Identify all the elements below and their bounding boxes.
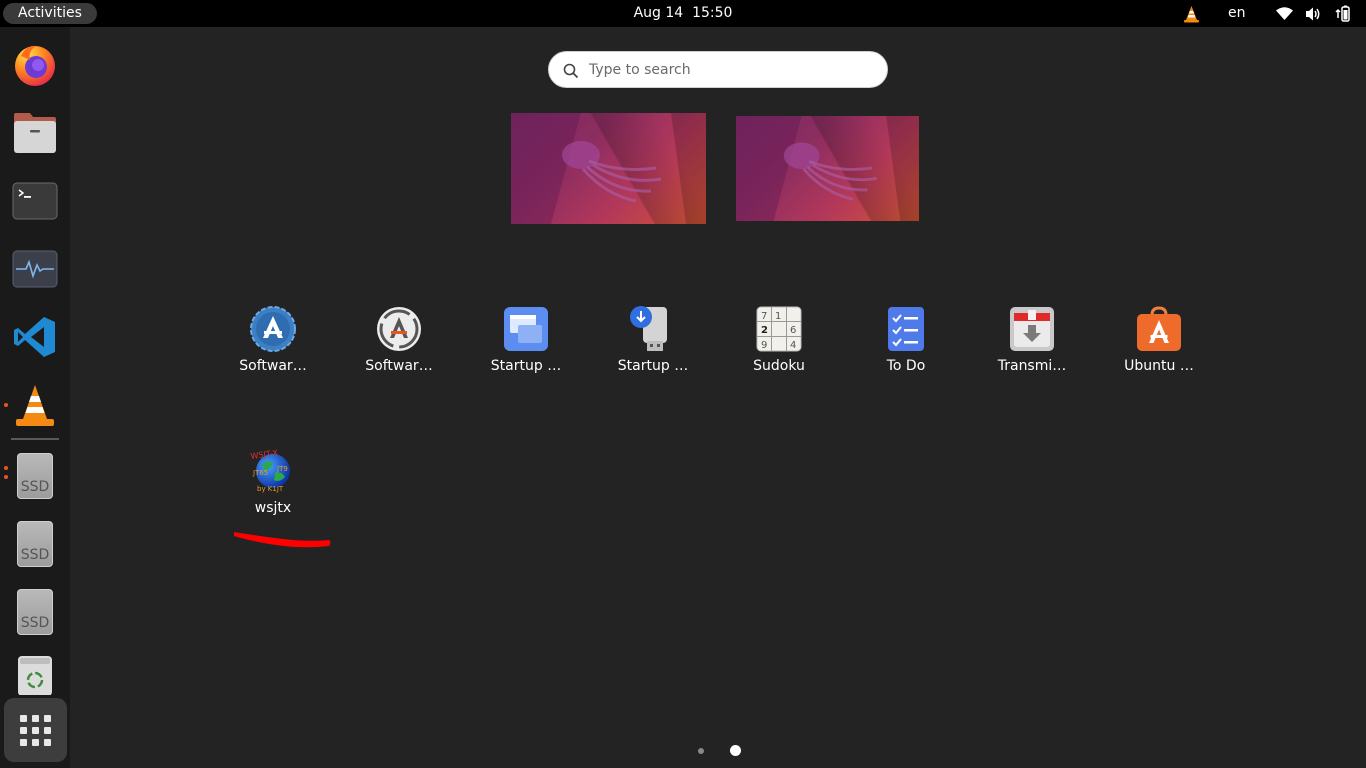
workspace-thumbnail-2[interactable] [736,116,919,221]
dock-separator [11,438,59,440]
page-indicator-1[interactable] [698,748,704,754]
firefox-icon [15,45,55,86]
vscode-icon [14,317,55,357]
grid-icon [20,714,27,722]
dock: SSD SSD SSD [0,27,70,768]
dock-files[interactable] [8,106,62,160]
sudoku-icon: 7 1 2 6 9 4 [755,305,803,353]
date-text: Aug 14 [633,5,684,21]
dock-ssd-3[interactable]: SSD [8,585,62,639]
software-properties-icon [249,305,297,353]
app-startup-disk-creator[interactable]: Startup … [593,305,713,374]
activities-button[interactable]: Activities [3,3,97,24]
wifi-icon[interactable] [1275,4,1294,24]
app-label: wsjtx [254,500,292,516]
dock-trash[interactable] [8,653,62,695]
software-updater-icon [375,305,423,353]
search-icon [563,63,579,79]
app-label: Startup … [490,358,562,374]
todo-icon [882,305,930,353]
clock: Aug 14 15:50 [0,5,1366,21]
svg-text:7: 7 [761,311,767,322]
app-software-updater[interactable]: Softwar… [339,305,459,374]
svg-text:4: 4 [790,340,796,351]
search-input[interactable] [589,60,869,80]
startup-disk-creator-icon [629,305,677,353]
dock-ssd-1[interactable]: SSD [8,449,62,503]
app-label: To Do [886,358,926,374]
app-todo[interactable]: To Do [846,305,966,374]
svg-text:9: 9 [761,340,767,351]
svg-text:2: 2 [761,325,768,336]
dock-ssd-2[interactable]: SSD [8,517,62,571]
svg-text:JT65: JT65 [252,469,268,477]
transmission-icon [1008,305,1056,353]
svg-text:JT9: JT9 [276,465,288,473]
trash-icon [18,656,52,695]
ubuntu-software-icon [1135,305,1183,353]
app-wsjtx[interactable]: WSJT-X JT65 JT9 by K1JT wsjtx [213,447,333,516]
svg-text:by K1JT: by K1JT [257,485,284,493]
dock-system-monitor[interactable] [8,242,62,296]
drive-icon: SSD [17,589,53,635]
svg-text:1: 1 [775,311,781,322]
app-label: Startup … [617,358,689,374]
dock-firefox[interactable] [8,38,62,92]
app-software-properties[interactable]: Softwar… [213,305,333,374]
terminal-icon [12,182,58,220]
battery-icon[interactable] [1333,4,1351,24]
page-indicator-2[interactable] [730,745,741,756]
app-label: Transmi… [997,358,1067,374]
app-startup-applications[interactable]: Startup … [466,305,586,374]
red-annotation-underline [234,532,331,548]
time-text: 15:50 [692,5,733,21]
dock-terminal[interactable] [8,174,62,228]
app-label: Sudoku [753,358,805,374]
system-monitor-icon [12,250,58,288]
show-apps-button[interactable] [4,698,67,762]
vlc-tray-icon[interactable] [1183,4,1200,24]
clock-button[interactable]: Aug 14 15:50 [634,5,733,21]
app-sudoku[interactable]: 7 1 2 6 9 4 Sudoku [719,305,839,374]
dock-vscode[interactable] [8,310,62,364]
startup-applications-icon [502,305,550,353]
app-transmission[interactable]: Transmi… [972,305,1092,374]
top-bar: Activities Aug 14 15:50 en [0,0,1366,27]
workspace-thumbnail-1[interactable] [511,113,706,224]
jellyfish-wallpaper [511,113,706,224]
files-icon [14,113,56,153]
search-bar[interactable] [548,51,888,88]
wsjtx-icon: WSJT-X JT65 JT9 by K1JT [249,447,297,495]
drive-icon: SSD [17,453,53,499]
app-label: Softwar… [365,358,433,374]
vlc-icon [16,385,54,426]
language-indicator[interactable]: en [1228,5,1246,21]
app-ubuntu-software[interactable]: Ubuntu … [1099,305,1219,374]
volume-icon[interactable] [1304,4,1322,24]
app-label: Ubuntu … [1124,358,1194,374]
app-label: Softwar… [239,358,307,374]
svg-text:6: 6 [790,325,796,336]
dock-vlc[interactable] [8,378,62,432]
drive-icon: SSD [17,521,53,567]
jellyfish-wallpaper [736,116,919,221]
